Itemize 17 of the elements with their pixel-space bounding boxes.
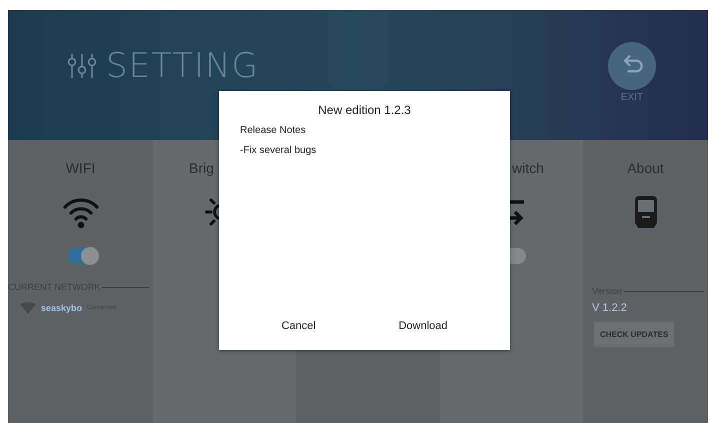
release-notes-text: -Fix several bugs: [240, 145, 318, 156]
panel-title: Brig: [188, 160, 214, 178]
panel-title: WIFI: [66, 160, 96, 178]
sun-icon: [205, 197, 219, 227]
exit-label: EXIT: [620, 92, 644, 103]
dialog-title: New edition 1.2.3: [317, 103, 412, 117]
exit-button[interactable]: [608, 42, 656, 90]
network-name: seaskybo: [41, 303, 82, 313]
wifi-signal-icon: [20, 302, 36, 314]
settings-title: SETTING: [106, 46, 259, 86]
release-notes-heading: Release Notes: [240, 125, 307, 136]
panel-title: About: [627, 160, 664, 178]
cancel-button[interactable]: Cancel: [273, 316, 324, 336]
version-number: V 1.2.2: [592, 302, 627, 314]
panel-title: witch: [511, 160, 544, 178]
swap-arrows-icon: [510, 198, 524, 226]
download-button[interactable]: Download: [390, 316, 456, 336]
